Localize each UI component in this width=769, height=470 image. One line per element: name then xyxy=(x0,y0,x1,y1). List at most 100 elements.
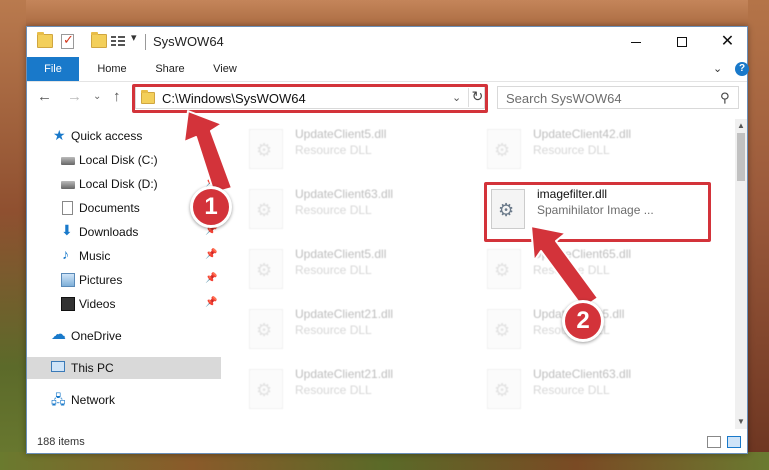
title-separator xyxy=(145,34,146,50)
window-title: SysWOW64 xyxy=(153,34,224,49)
sidebar-item-quick-access[interactable]: ★ Quick access xyxy=(27,125,221,147)
close-button[interactable]: ✕ xyxy=(705,27,750,57)
sidebar-item-local-disk-d[interactable]: Local Disk (D:) 📌 xyxy=(27,173,221,195)
sidebar-item-downloads[interactable]: ⬇ Downloads 📌 xyxy=(27,221,221,243)
tab-file[interactable]: File xyxy=(27,57,79,81)
file-item[interactable]: UpdateClient65.dll Resource DLL xyxy=(483,243,703,293)
file-description: Resource DLL xyxy=(295,143,372,157)
sidebar-item-pictures[interactable]: Pictures 📌 xyxy=(27,269,221,291)
title-bar: ▾ SysWOW64 ✕ xyxy=(27,27,747,57)
minimize-icon xyxy=(630,41,641,43)
maximize-button[interactable] xyxy=(659,27,704,57)
forward-arrow-icon[interactable]: → xyxy=(67,88,82,105)
expand-ribbon-icon[interactable]: ⌄ xyxy=(713,62,722,75)
tab-view[interactable]: View xyxy=(199,57,251,81)
sidebar-item-label: Documents xyxy=(79,201,140,215)
sidebar-item-label: Network xyxy=(71,393,116,407)
network-icon: 🖧 xyxy=(51,392,66,407)
pin-icon: 📌 xyxy=(205,153,218,164)
address-bar-highlight xyxy=(132,84,488,113)
properties-check-icon[interactable] xyxy=(61,32,74,49)
desktop-background-left xyxy=(0,0,26,470)
up-arrow-icon[interactable]: ↑ xyxy=(113,88,121,105)
file-explorer-window: ▾ SysWOW64 ✕ File Home Share View ⌄ ? ← … xyxy=(26,26,749,454)
videos-icon xyxy=(61,297,75,311)
file-name: UpdateClient63.dll xyxy=(295,187,394,201)
search-box[interactable]: ⚲ xyxy=(497,86,739,109)
new-folder-icon[interactable] xyxy=(91,32,107,48)
navigation-pane: ★ Quick access Local Disk (C:) 📌 Local D… xyxy=(27,119,221,429)
sidebar-item-label: Videos xyxy=(79,297,116,311)
file-highlight xyxy=(484,182,711,242)
tab-share[interactable]: Share xyxy=(143,57,197,81)
sidebar-item-network[interactable]: 🖧 Network xyxy=(27,389,221,411)
file-item[interactable]: UpdateClient5.dll Resource DLL xyxy=(245,123,465,173)
details-view-icon[interactable] xyxy=(707,436,721,448)
quick-access-dropdown-icon[interactable]: ▾ xyxy=(131,31,137,44)
download-icon: ⬇ xyxy=(61,222,73,238)
file-description: Resource DLL xyxy=(295,263,372,277)
scroll-down-icon[interactable]: ▼ xyxy=(737,417,745,426)
search-input[interactable] xyxy=(504,89,708,107)
file-description: Resource DLL xyxy=(533,143,610,157)
recent-locations-icon[interactable]: ⌄ xyxy=(93,91,101,102)
back-arrow-icon[interactable]: ← xyxy=(37,88,52,105)
file-item[interactable]: UpdateClient21.dll Resource DLL xyxy=(245,363,465,413)
pictures-icon xyxy=(61,273,75,287)
dll-file-icon xyxy=(487,129,521,169)
sidebar-item-videos[interactable]: Videos 📌 xyxy=(27,293,221,315)
sidebar-item-local-disk-c[interactable]: Local Disk (C:) 📌 xyxy=(27,149,221,171)
sidebar-item-label: Local Disk (D:) xyxy=(79,177,158,191)
minimize-button[interactable] xyxy=(613,27,658,57)
tab-home[interactable]: Home xyxy=(85,57,139,81)
disk-icon xyxy=(61,157,75,165)
cloud-icon: ☁ xyxy=(51,326,66,343)
help-icon[interactable]: ? xyxy=(735,62,749,76)
large-icons-view-icon[interactable] xyxy=(727,436,741,448)
music-icon: ♪ xyxy=(62,246,69,262)
pin-icon: 📌 xyxy=(205,273,218,284)
scroll-up-icon[interactable]: ▲ xyxy=(737,121,745,130)
sidebar-item-label: Pictures xyxy=(79,273,123,287)
file-item[interactable]: UpdateClient63.dll Resource DLL xyxy=(483,363,703,413)
sidebar-item-this-pc[interactable]: This PC xyxy=(27,357,221,379)
file-item[interactable]: UpdateClient21.dll Resource DLL xyxy=(245,303,465,353)
computer-icon xyxy=(51,361,65,372)
customize-list-icon[interactable] xyxy=(111,34,125,48)
sidebar-item-music[interactable]: ♪ Music 📌 xyxy=(27,245,221,267)
dll-file-icon xyxy=(249,129,283,169)
file-name: UpdateClient65.dll xyxy=(533,247,632,261)
file-name: UpdateClient21.dll xyxy=(295,307,394,321)
file-name: UpdateClient42.dll xyxy=(533,127,632,141)
vertical-scrollbar[interactable]: ▲ ▼ xyxy=(735,119,747,429)
sidebar-item-label: OneDrive xyxy=(71,329,122,343)
dll-file-icon xyxy=(249,309,283,349)
star-icon: ★ xyxy=(53,127,66,143)
file-description: Resource DLL xyxy=(295,323,372,337)
file-name: UpdateClient5.dll xyxy=(295,247,387,261)
file-description: Resource DLL xyxy=(533,263,610,277)
dll-file-icon xyxy=(487,309,521,349)
file-list: UpdateClient5.dll Resource DLL UpdateCli… xyxy=(241,119,735,429)
file-name: UpdateClient63.dll xyxy=(533,367,632,381)
desktop-background-bottom xyxy=(0,452,769,470)
scroll-thumb[interactable] xyxy=(737,133,745,181)
search-icon[interactable]: ⚲ xyxy=(720,90,730,106)
dll-file-icon xyxy=(487,249,521,289)
close-icon: ✕ xyxy=(720,33,735,50)
document-icon xyxy=(62,201,73,215)
file-item[interactable]: UpdateClient63.dll Resource DLL xyxy=(245,183,465,233)
item-count: 188 items xyxy=(37,436,85,448)
sidebar-item-onedrive[interactable]: ☁ OneDrive xyxy=(27,325,221,347)
file-item[interactable]: UpdateClient42.dll Resource DLL xyxy=(483,123,703,173)
sidebar-item-label: Downloads xyxy=(79,225,139,239)
dll-file-icon xyxy=(249,369,283,409)
sidebar-item-label: This PC xyxy=(71,361,114,375)
sidebar-item-label: Local Disk (C:) xyxy=(79,153,158,167)
dll-file-icon xyxy=(249,189,283,229)
ribbon-tabs: File Home Share View ⌄ ? xyxy=(27,57,749,82)
sidebar-item-label: Quick access xyxy=(71,129,143,143)
sidebar-item-label: Music xyxy=(79,249,111,263)
disk-icon xyxy=(61,181,75,189)
file-item[interactable]: UpdateClient5.dll Resource DLL xyxy=(245,243,465,293)
